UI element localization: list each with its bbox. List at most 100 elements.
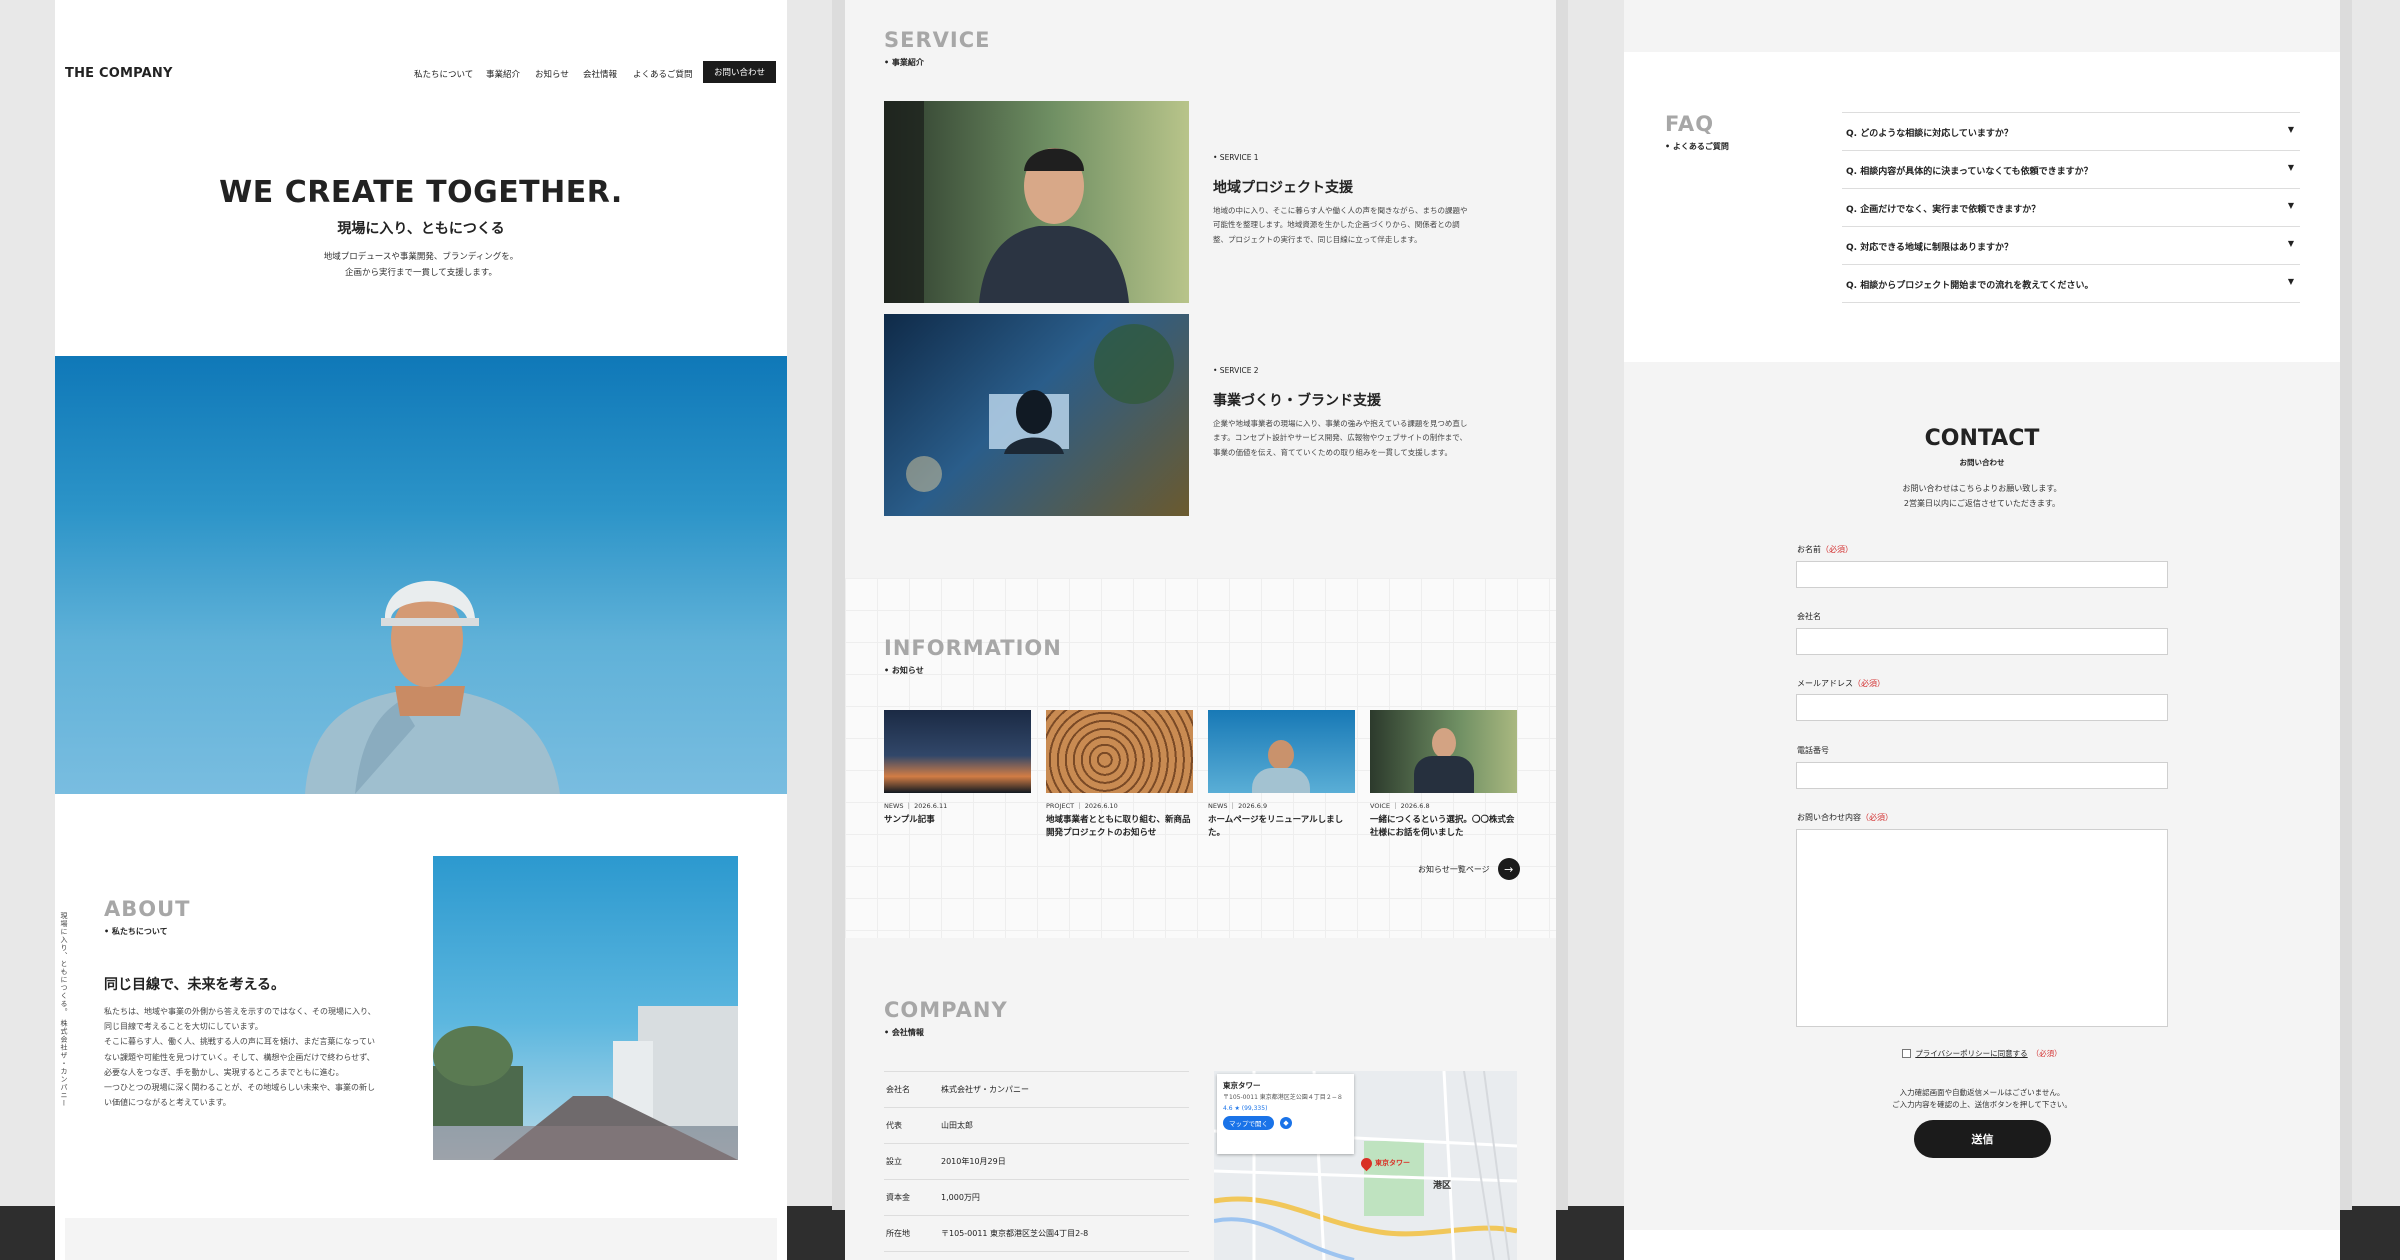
service-2-body: 企業や地域事業者の現場に入り、事業の強みや抱えている課題を見つめ直し ます。コン…: [1213, 417, 1533, 460]
about-body-line: 一つひとつの現場に深く関わることが、その地域らしい未来や、事業の新し: [104, 1082, 376, 1092]
company-value: 株式会社ザ・カンパニー: [941, 1085, 1029, 1094]
directions-icon[interactable]: ◆: [1280, 1116, 1292, 1129]
privacy-consent[interactable]: プライバシーポリシーに同意する （必須）: [1624, 1048, 2340, 1059]
required-mark: （必須）: [1853, 679, 1885, 688]
nav-faq[interactable]: よくあるご質問: [633, 68, 693, 80]
service-title: SERVICE: [884, 28, 991, 52]
service-1-body-line: 整、プロジェクトの実行まで、同じ目線に立って伴走します。: [1213, 234, 1422, 244]
faq-item-1[interactable]: Q. どのような相談に対応していますか？ ▼: [1842, 112, 2300, 150]
map-ward-label: 港区: [1433, 1181, 1452, 1191]
submit-button[interactable]: 送信: [1914, 1120, 2051, 1158]
contact-lead-2: 2営業日以内にご返信させていただきます。: [1903, 499, 2061, 508]
contact-note-1: 入力確認画面や自動返信メールはございません。: [1899, 1088, 2065, 1097]
nav-service[interactable]: 事業紹介: [486, 68, 520, 80]
faq-item-5[interactable]: Q. 相談からプロジェクト開始までの流れを教えてください。 ▼: [1842, 264, 2300, 303]
message-label: お問い合わせ内容（必須）: [1797, 813, 1893, 822]
company-subtitle: • 会社情報: [884, 1028, 924, 1037]
map-open-button[interactable]: マップで開く: [1223, 1115, 1274, 1130]
news-card-3[interactable]: NEWS ｜ 2026.6.9 ホームページをリニューアルしました。: [1208, 710, 1355, 840]
about-body-line: 私たちは、地域や事業の外側から答えを示すのではなく、その現場に入り、: [104, 1007, 376, 1016]
news-title-1: サンプル記事: [884, 815, 935, 825]
faq-question: Q. どのような相談に対応していますか？: [1846, 129, 2013, 139]
news-card-2[interactable]: PROJECT ｜ 2026.6.10 地域事業者とともに取り組む、新商品開発プ…: [1046, 710, 1193, 840]
tel-field[interactable]: [1796, 762, 2168, 789]
company-key: 会社名: [886, 1085, 910, 1094]
faq-item-4[interactable]: Q. 対応できる地域に制限はありますか？ ▼: [1842, 226, 2300, 264]
company-key: 資本金: [886, 1193, 910, 1202]
contact-lead-1: お問い合わせはこちらよりお願い致します。: [1902, 484, 2062, 493]
nav-company[interactable]: 会社情報: [583, 68, 617, 80]
email-field[interactable]: [1796, 694, 2168, 721]
privacy-label[interactable]: プライバシーポリシーに同意する: [1915, 1048, 2027, 1059]
faq-item-3[interactable]: Q. 企画だけでなく、実行まで依頼できますか？ ▼: [1842, 188, 2300, 226]
footer-strip: [1624, 1230, 2340, 1260]
chevron-down-icon: ▼: [2287, 163, 2294, 172]
contact-title: CONTACT: [1924, 426, 2040, 451]
contact-note-2: ご入力内容を確認の上、送信ボタンを押して下さい。: [1892, 1100, 2072, 1109]
name-field[interactable]: [1796, 561, 2168, 588]
about-body: 私たちは、地域や事業の外側から答えを示すのではなく、その現場に入り、 同じ目線で…: [104, 1004, 424, 1110]
company-key: 代表: [886, 1121, 902, 1130]
faq-item-2[interactable]: Q. 相談内容が具体的に決まっていなくても依頼できますか？ ▼: [1842, 150, 2300, 188]
service-image-1: [884, 101, 1189, 303]
company-key: 設立: [886, 1157, 902, 1166]
map-place-name: 東京タワー: [1223, 1081, 1261, 1090]
tel-label: 電話番号: [1797, 746, 1829, 755]
about-image: [433, 856, 738, 1160]
news-title-4: 一緒につくるという選択。〇〇株式会社様にお話を伺いました: [1370, 815, 1515, 838]
chevron-down-icon: ▼: [2287, 239, 2294, 248]
message-field[interactable]: [1796, 829, 2168, 1027]
company-row: 会社名 株式会社ザ・カンパニー: [884, 1071, 1189, 1108]
site-logo[interactable]: THE COMPANY: [65, 66, 173, 81]
faq-question: Q. 相談内容が具体的に決まっていなくても依頼できますか？: [1846, 167, 2093, 177]
service-1-body-line: 可能性を整理します。地域資源を生かした企画づくりから、関係者との調: [1213, 220, 1460, 230]
company-row: 設立 2010年10月29日: [884, 1144, 1189, 1180]
news-card-4[interactable]: VOICE ｜ 2026.6.8 一緒につくるという選択。〇〇株式会社様にお話を…: [1370, 710, 1517, 840]
service-1-body: 地域の中に入り、そこに暮らす人や働く人の声を聞きながら、まちの課題や 可能性を整…: [1213, 204, 1533, 247]
news-card-1[interactable]: NEWS ｜ 2026.6.11 サンプル記事: [884, 710, 1031, 827]
company-map[interactable]: 東京タワー 〒105-0011 東京都港区芝公園４丁目２−８ 4.6 ★ (99…: [1214, 1071, 1517, 1260]
name-label: お名前（必須）: [1797, 545, 1853, 554]
news-title-2: 地域事業者とともに取り組む、新商品開発プロジェクトのお知らせ: [1046, 815, 1191, 838]
service-image-2: [884, 314, 1189, 516]
nav-news[interactable]: お知らせ: [535, 68, 569, 80]
arrow-right-icon: →: [1497, 858, 1520, 880]
company-key: 所在地: [886, 1229, 910, 1238]
company-row: 所在地 〒105-0011 東京都港区芝公園4丁目2-8: [884, 1216, 1189, 1252]
news-more-link[interactable]: お知らせ一覧ページ →: [1418, 858, 1520, 880]
nav-about[interactable]: 私たちについて: [414, 68, 473, 80]
gutter-middle: [1556, 0, 1568, 1210]
service-1-heading: 地域プロジェクト支援: [1213, 180, 1353, 196]
previous-section-strip: [1624, 0, 2340, 52]
hero-image: [55, 356, 787, 794]
company-label: 会社名: [1797, 612, 1821, 621]
about-body-line: ない課題や可能性を見つけていく。そして、構想や企画だけで終わらせず、: [104, 1052, 375, 1062]
page-panel-right: FAQ • よくあるご質問 Q. どのような相談に対応していますか？ ▼ Q. …: [1624, 0, 2340, 1260]
service-2-body-line: ます。コンセプト設計やサービス開発、広報物やウェブサイトの制作まで、: [1213, 433, 1467, 443]
news-title-3: ホームページをリニューアルしました。: [1208, 815, 1344, 838]
map-rating: 4.6 ★ (99,335): [1223, 1104, 1268, 1112]
company-value: 〒105-0011 東京都港区芝公園4丁目2-8: [941, 1229, 1089, 1238]
news-thumb-3: [1208, 710, 1355, 793]
hero-lead-2: 企画から実行まで一貫して支援します。: [345, 268, 497, 278]
news-meta-3: NEWS ｜ 2026.6.9: [1208, 802, 1268, 810]
next-section-strip: [65, 1218, 777, 1260]
gutter-left: [832, 0, 845, 1210]
company-table: 会社名 株式会社ザ・カンパニー 代表 山田太郎 設立 2010年10月29日 資…: [884, 1071, 1189, 1252]
about-body-line: 必要な人をつなぎ、手を動かし、実現するところまでともに進む。: [104, 1067, 344, 1077]
hero-title: WE CREATE TOGETHER.: [219, 175, 623, 210]
chevron-down-icon: ▼: [2287, 277, 2294, 286]
company-field[interactable]: [1796, 628, 2168, 655]
service-2-body-line: 事業の価値を伝え、育てていくための取り組みを一貫して支援します。: [1213, 447, 1453, 457]
contact-button[interactable]: お問い合わせ: [703, 61, 776, 83]
map-marker-label: 東京タワー: [1375, 1159, 1410, 1167]
required-mark: （必須）: [1861, 813, 1893, 822]
about-heading: 同じ目線で、未来を考える。: [104, 977, 286, 993]
gutter-right: [2340, 0, 2352, 1210]
privacy-checkbox[interactable]: [1902, 1049, 1912, 1058]
faq-question: Q. 企画だけでなく、実行まで依頼できますか？: [1846, 205, 2041, 215]
map-place-address: 〒105-0011 東京都港区芝公園４丁目２−８: [1223, 1094, 1343, 1101]
page-panel-middle: SERVICE • 事業紹介 • SERVICE 1 地域プロジェクト支援 地域…: [845, 0, 1556, 1260]
company-title: COMPANY: [884, 998, 1008, 1022]
service-2-label: • SERVICE 2: [1213, 366, 1259, 375]
